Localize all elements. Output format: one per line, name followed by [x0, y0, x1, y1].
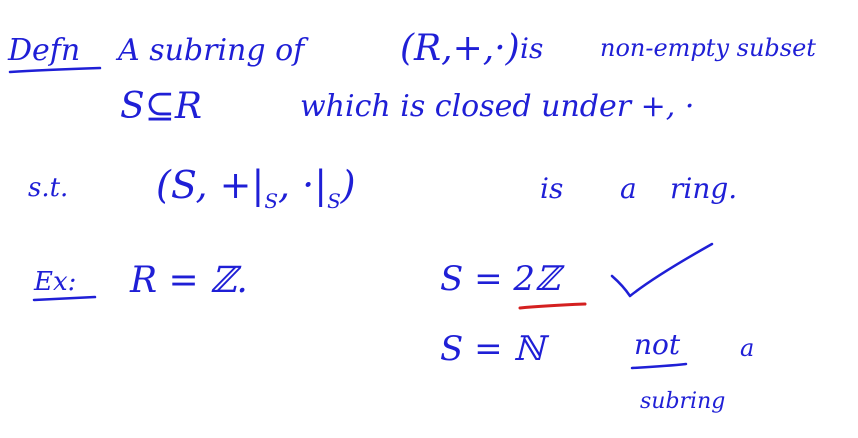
restricted-ring-sub-2: S — [327, 189, 341, 213]
line-1: Defn A subring of (R,+,·) is non-empty s… — [7, 28, 816, 74]
subring-example-naturals: S = ℕ — [440, 329, 549, 369]
restricted-ring-open: (S, +|S, ·|S) — [156, 163, 356, 213]
definition-is: is — [540, 172, 563, 205]
definition-text-a: A subring of — [115, 33, 309, 68]
example-block: Ex: R = ℤ. S = 2ℤ S = ℕ not a subring — [32, 242, 754, 414]
handwritten-notes: Defn A subring of (R,+,·) is non-empty s… — [7, 28, 816, 414]
ring-tuple: (R,+,·) — [400, 28, 520, 69]
restricted-ring-sub-1: S — [264, 189, 278, 213]
even-integers-underline — [518, 302, 587, 310]
not-subring-word-not: not — [634, 328, 681, 361]
closure-statement: which is closed under +, · — [300, 89, 694, 124]
not-underline — [630, 362, 688, 370]
check-mark-icon — [610, 242, 714, 298]
example-underline — [32, 295, 97, 302]
restricted-ring-mid: , ·| — [278, 163, 327, 207]
ring-definition: R = ℤ. — [129, 260, 248, 301]
not-subring-word-a: a — [740, 334, 754, 362]
subset-statement: S⊆R — [120, 86, 202, 127]
line-3: s.t. (S, +|S, ·|S) is a ring. — [28, 163, 737, 213]
restricted-ring-head: (S, +| — [156, 163, 264, 207]
such-that-label: s.t. — [28, 173, 68, 203]
not-subring-word-subring: subring — [640, 389, 725, 414]
restricted-ring-close: ) — [340, 163, 356, 207]
whiteboard-canvas: Defn A subring of (R,+,·) is non-empty s… — [0, 0, 858, 438]
definition-text-d: non-empty subset — [600, 34, 816, 62]
definition-ring: ring. — [670, 172, 737, 205]
example-label: Ex: — [33, 267, 76, 297]
definition-label: Defn — [7, 33, 80, 68]
line-2: S⊆R which is closed under +, · — [120, 86, 694, 127]
definition-a: a — [620, 172, 637, 205]
subring-example-even: S = 2ℤ — [440, 259, 565, 299]
definition-underline — [8, 66, 102, 74]
definition-text-c: is — [520, 32, 543, 65]
